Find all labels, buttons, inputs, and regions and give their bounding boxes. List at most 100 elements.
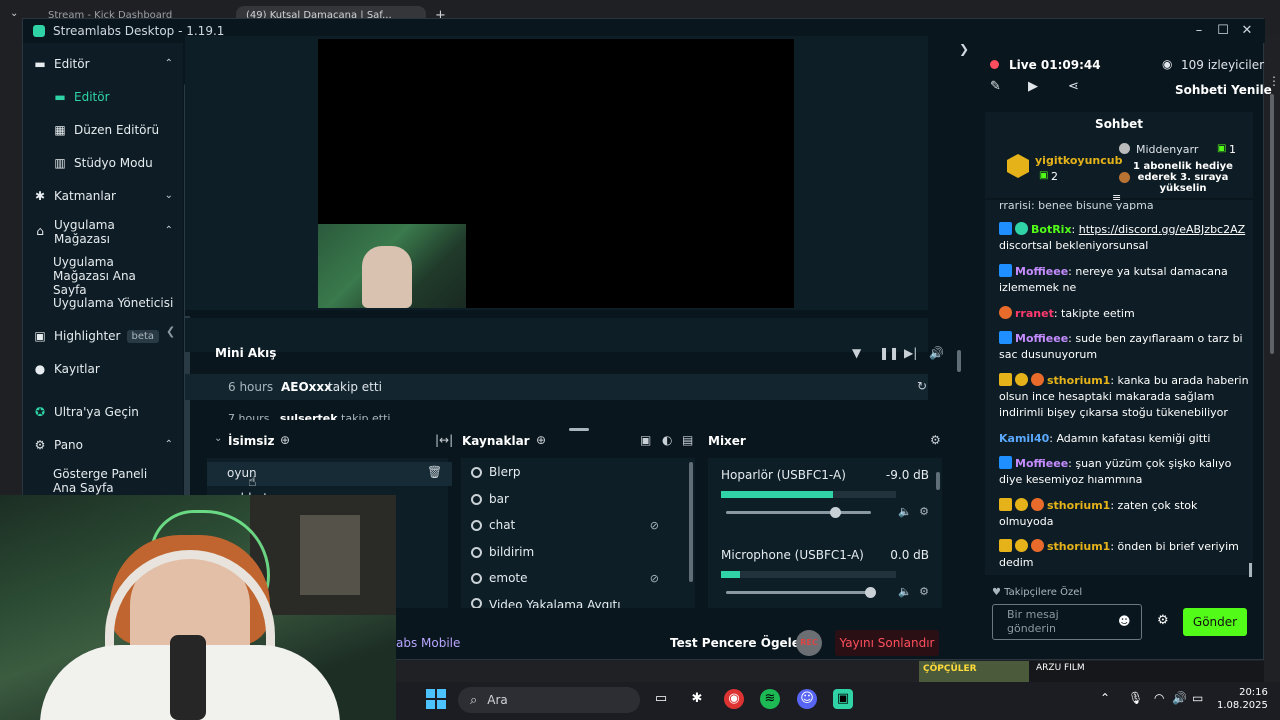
mini-feed-scrollbar[interactable] bbox=[957, 350, 961, 372]
sidebar-item-studio-mode[interactable]: ▥ Stüdyo Modu bbox=[53, 156, 152, 170]
chevron-down-icon[interactable]: ⌄ bbox=[10, 8, 18, 19]
source-folder-icon[interactable]: ▤ bbox=[682, 433, 693, 447]
mixer-settings-icon[interactable]: ⚙ bbox=[930, 433, 941, 447]
send-button[interactable]: Gönder bbox=[1183, 608, 1247, 636]
trash-icon[interactable]: 🗑 bbox=[427, 465, 442, 479]
sources-scrollbar[interactable] bbox=[689, 462, 693, 582]
app-icon[interactable]: ✱ bbox=[687, 689, 707, 709]
sidebar-item-app-store[interactable]: ⌂ Uygulama Mağazası bbox=[33, 218, 124, 246]
rank-2-badge-icon bbox=[1119, 143, 1130, 154]
source-item-chat[interactable]: chat ⊘ bbox=[471, 518, 681, 532]
chat-messages: rrarisi: benee bisune yapma BotRix: http… bbox=[985, 200, 1253, 575]
video-channel[interactable]: ARZU FILM bbox=[1036, 663, 1085, 673]
sidebar-item-editor-section[interactable]: ▬ Editör bbox=[33, 57, 89, 71]
gear-icon[interactable]: ⚙ bbox=[1157, 613, 1169, 628]
mixer-channel-1-slider[interactable] bbox=[726, 507, 871, 518]
sidebar-item-layout-editor[interactable]: ▦ Düzen Editörü bbox=[53, 123, 159, 137]
collapse-sidebar-icon[interactable]: ❮ bbox=[166, 325, 175, 338]
source-item-bildirim[interactable]: bildirim bbox=[471, 545, 681, 559]
add-scene-icon[interactable]: ⊕ bbox=[280, 433, 290, 447]
source-item-blerp[interactable]: Blerp bbox=[471, 465, 681, 479]
emoji-icon[interactable]: ☻ bbox=[1118, 614, 1131, 628]
camera-icon[interactable]: ▶ bbox=[1028, 79, 1038, 94]
chevron-down-icon[interactable]: ⌄ bbox=[214, 433, 222, 444]
source-item-emote[interactable]: emote ⊘ bbox=[471, 571, 681, 585]
close-icon[interactable]: ✕ bbox=[1237, 21, 1257, 41]
hidden-eye-icon[interactable]: ⊘ bbox=[650, 519, 659, 532]
browser-scrollbar[interactable] bbox=[1270, 94, 1274, 354]
windows-start-icon[interactable] bbox=[426, 689, 446, 709]
speaker-icon[interactable]: 🔈 bbox=[898, 585, 912, 598]
scenes-title[interactable]: İsimsiz bbox=[228, 434, 274, 448]
task-view-icon[interactable]: ▭ bbox=[651, 689, 671, 709]
sidebar-item-app-store-home[interactable]: Uygulama Mağazası Ana Sayfa bbox=[53, 255, 173, 297]
streamlabs-mobile-button[interactable]: abs Mobile bbox=[396, 636, 460, 650]
spotify-icon[interactable]: ≋ bbox=[760, 689, 780, 709]
chevron-up-icon[interactable]: ⌃ bbox=[1100, 691, 1110, 705]
second-gifter-count: 1 bbox=[1229, 143, 1236, 156]
add-source-icon[interactable]: ⊕ bbox=[536, 433, 546, 447]
skip-icon[interactable]: ▶| bbox=[904, 346, 917, 360]
maximize-icon[interactable]: ☐ bbox=[1213, 21, 1233, 41]
end-stream-button[interactable]: Yayını Sonlandır bbox=[835, 630, 939, 656]
chevron-down-icon[interactable]: ⌄ bbox=[165, 190, 173, 201]
ultra-icon: ✪ bbox=[34, 405, 46, 419]
sidebar-item-highlighter[interactable]: ▣ Highlighter beta bbox=[33, 329, 160, 343]
gear-icon[interactable]: ⚙ bbox=[919, 505, 929, 518]
record-button[interactable]: REC bbox=[796, 630, 822, 656]
chat-message: Moffieee: sude ben zayıflaraam o tarz bi… bbox=[999, 331, 1243, 361]
filter-icon[interactable]: ▼ bbox=[852, 346, 861, 360]
source-mask-icon[interactable]: ◐ bbox=[662, 433, 672, 447]
battery-icon[interactable]: ▭ bbox=[1192, 691, 1203, 705]
discord-icon[interactable]: ☺ bbox=[797, 689, 817, 709]
chat-link[interactable]: https://discord.gg/eABJzbc2AZ bbox=[1079, 223, 1245, 236]
chat-message: BotRix: https://discord.gg/eABJzbc2AZ di… bbox=[999, 222, 1246, 252]
sidebar-item-editor[interactable]: ▬ Editör bbox=[53, 90, 109, 104]
sidebar-item-dashboard[interactable]: ⚙ Pano bbox=[33, 438, 83, 452]
sidebar-item-recordings[interactable]: ● Kayıtlar bbox=[33, 362, 100, 376]
streamlabs-taskbar-icon[interactable]: ▣ bbox=[833, 689, 853, 709]
minimize-icon[interactable]: – bbox=[1189, 21, 1209, 41]
preview-webcam-source[interactable] bbox=[318, 224, 466, 308]
wifi-icon[interactable]: ◠ bbox=[1154, 691, 1164, 705]
gear-icon[interactable]: ⚙ bbox=[919, 585, 929, 598]
dashboard-icon: ⚙ bbox=[34, 438, 46, 452]
repeat-icon[interactable]: ↻ bbox=[917, 379, 927, 393]
taskbar-search[interactable]: ⌕ Ara bbox=[458, 687, 640, 713]
source-item-video-capture[interactable]: Video Yakalama Aygıtı bbox=[471, 598, 681, 608]
refresh-chat-button[interactable]: Sohbeti Yenile bbox=[1175, 83, 1272, 97]
share-icon[interactable]: ⋖ bbox=[1068, 79, 1079, 94]
sidebar-item-ultra[interactable]: ✪ Ultra'ya Geçin bbox=[33, 405, 139, 419]
chevron-up-icon[interactable]: ⌃ bbox=[165, 225, 173, 236]
sidebar-item-dashboard-home[interactable]: Gösterge Paneli Ana Sayfa bbox=[53, 467, 173, 495]
edit-icon[interactable]: ✎ bbox=[990, 79, 1001, 94]
chat-scrollbar[interactable] bbox=[1249, 563, 1252, 577]
speaker-icon[interactable]: 🔊 bbox=[1172, 691, 1187, 705]
test-widgets-button[interactable]: Test Pencere Ögeleri bbox=[670, 636, 810, 650]
source-group-icon[interactable]: ▣ bbox=[640, 433, 651, 447]
sidebar-item-app-manager[interactable]: Uygulama Yöneticisi bbox=[53, 296, 173, 310]
mini-feed-header bbox=[185, 318, 928, 352]
chevron-up-icon[interactable]: ⌃ bbox=[165, 58, 173, 69]
mini-feed-time: 6 hours bbox=[228, 380, 274, 394]
chevron-up-icon[interactable]: ⌃ bbox=[165, 439, 173, 450]
pause-icon[interactable]: ❚❚ bbox=[879, 346, 899, 360]
source-item-bar[interactable]: bar bbox=[471, 492, 681, 506]
volume-icon[interactable]: 🔊 bbox=[929, 346, 944, 360]
collapse-chat-icon[interactable]: ❯ bbox=[959, 42, 969, 56]
mixer-scrollbar[interactable] bbox=[936, 472, 940, 490]
second-gifter-name: Middenyarr bbox=[1136, 143, 1199, 156]
video-thumbnail[interactable]: ÇÖPÇÜLER bbox=[919, 661, 1029, 683]
hidden-eye-icon[interactable]: ⊘ bbox=[650, 572, 659, 585]
resize-handle[interactable] bbox=[569, 428, 589, 431]
sidebar-item-layers[interactable]: ✱ Katmanlar bbox=[33, 189, 116, 203]
scene-transition-icon[interactable]: |↔| bbox=[435, 433, 453, 447]
crown-badge-icon bbox=[999, 373, 1012, 386]
taskbar-clock[interactable]: 20:16 1.08.2025 bbox=[1217, 686, 1268, 712]
microphone-icon[interactable]: 🎙 bbox=[1128, 691, 1143, 705]
scene-item-oyun[interactable]: oyun bbox=[207, 462, 452, 486]
speaker-icon[interactable]: 🔈 bbox=[898, 505, 912, 518]
clock-date: 1.08.2025 bbox=[1217, 700, 1268, 711]
mixer-channel-2-slider[interactable] bbox=[726, 587, 876, 598]
chrome-icon[interactable]: ◉ bbox=[724, 689, 744, 709]
